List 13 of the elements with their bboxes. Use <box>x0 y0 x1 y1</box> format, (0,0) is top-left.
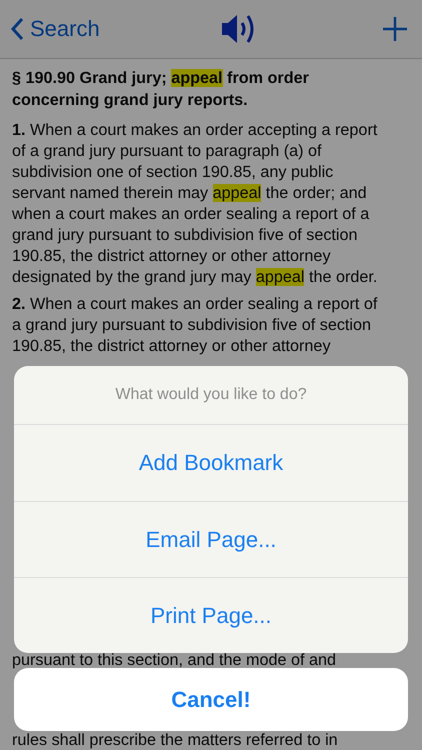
section-heading: § 190.90 Grand jury; appeal from order concerning grand jury reports. <box>12 68 310 111</box>
action-button[interactable]: Email Page... <box>14 501 408 577</box>
statute-text-line: pursuant to this section, and the mode of and <box>12 652 337 668</box>
action-button[interactable]: Add Bookmark <box>14 425 408 501</box>
statute-paragraph: 2. When a court makes an order sealing a report of a grand jury pursuant to subdivision five of section 190.85, the district attorney or other attorney <box>12 294 378 357</box>
action-sheet-title: What would you like to do? <box>14 366 408 425</box>
action-button[interactable]: Print Page... <box>14 577 408 653</box>
chevron-left-icon <box>10 17 24 41</box>
back-button[interactable]: Search <box>10 16 100 42</box>
plus-icon <box>382 16 408 42</box>
cancel-button[interactable]: Cancel! <box>14 668 408 731</box>
statute-text-line: rules shall prescribe the matters referred to in <box>12 732 339 748</box>
statute-paragraph: 1. When a court makes an order accepting a report of a grand jury pursuant to paragraph (a) of subdivision one of section 190.85, any public servant named therein may appeal the order; and when a court makes an order sealing a report of a grand jury pursuant to subdivision five of section 190.85, the district attorney or other attorney designated by the grand jury may appeal the order. <box>12 120 378 288</box>
